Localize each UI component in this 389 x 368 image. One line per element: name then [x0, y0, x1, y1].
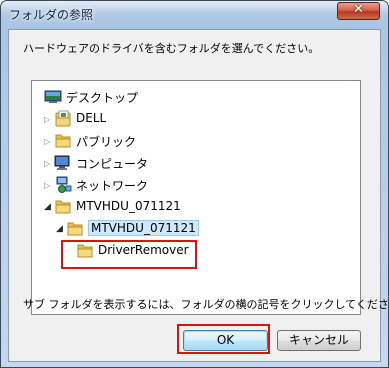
folder-icon: [55, 200, 71, 214]
tree-item-label: コンピュータ: [76, 157, 149, 171]
dialog-body: ハードウェアのドライバを含むフォルダを選んでください。 デスクトップ ▷ DEL…: [8, 29, 388, 362]
close-icon: ✕: [353, 2, 364, 17]
expand-arrow-icon[interactable]: ▷: [44, 137, 51, 146]
network-icon: [56, 176, 72, 193]
folder-icon: [55, 134, 71, 148]
user-folder-icon: [55, 110, 71, 127]
collapse-arrow-icon[interactable]: ◢: [44, 203, 51, 212]
title-bar[interactable]: フォルダの参照 ✕: [1, 1, 388, 29]
folder-icon: [67, 222, 83, 236]
tree-item-label: DELL: [76, 111, 107, 125]
browse-folder-dialog: フォルダの参照 ✕ ハードウェアのドライバを含むフォルダを選んでください。 デス…: [0, 0, 389, 368]
dialog-hint: サブ フォルダを表示するには、フォルダの横の記号をクリックしてください。: [23, 298, 389, 311]
tree-item-label: ネットワーク: [76, 179, 149, 193]
selection-highlight-box: [61, 240, 197, 269]
ok-button[interactable]: OK: [183, 330, 268, 351]
folder-tree[interactable]: デスクトップ ▷ DELL ▷ パブリック ▷ コンピュータ ▷ ネットワーク …: [31, 80, 361, 315]
desktop-icon: [44, 90, 62, 103]
expand-arrow-icon[interactable]: ▷: [44, 159, 51, 168]
close-button[interactable]: ✕: [337, 2, 380, 20]
window-title: フォルダの参照: [9, 8, 94, 22]
tree-item-label: MTVHDU_071121: [88, 220, 199, 236]
computer-icon: [54, 155, 70, 170]
tree-item-label: パブリック: [76, 135, 137, 149]
tree-item-label: デスクトップ: [66, 91, 139, 105]
dialog-prompt: ハードウェアのドライバを含むフォルダを選んでください。: [23, 42, 320, 55]
cancel-button[interactable]: キャンセル: [277, 330, 361, 351]
collapse-arrow-icon[interactable]: ◢: [56, 225, 63, 234]
expand-arrow-icon[interactable]: ▷: [44, 181, 51, 190]
expand-arrow-icon[interactable]: ▷: [44, 115, 51, 124]
tree-item-label: MTVHDU_071121: [76, 199, 181, 213]
